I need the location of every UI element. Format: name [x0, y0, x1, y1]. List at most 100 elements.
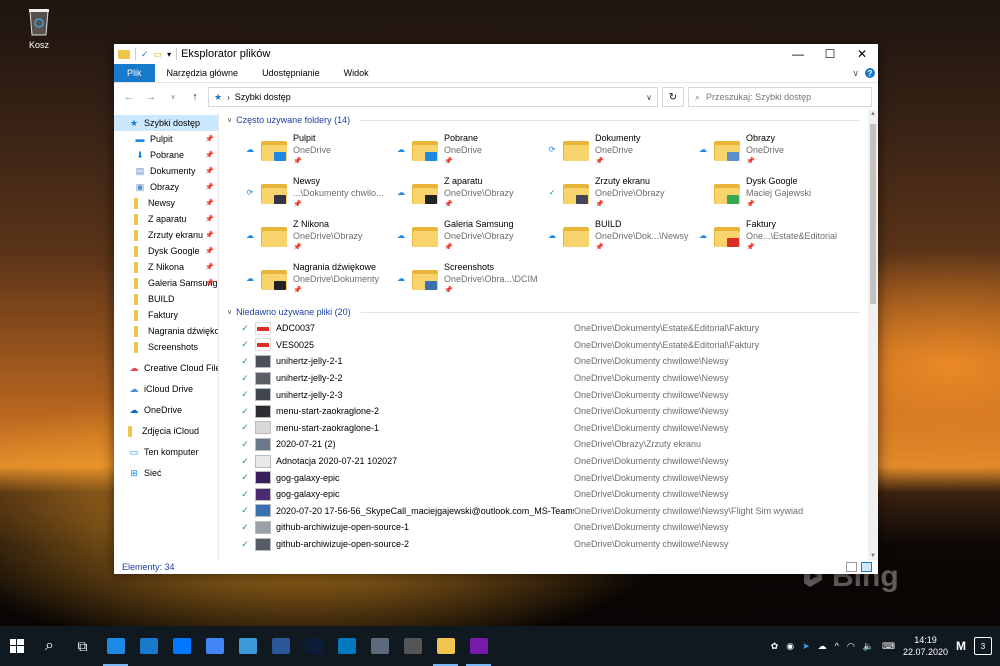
- expand-ribbon-icon[interactable]: ∨: [852, 68, 859, 79]
- scroll-up-icon[interactable]: ▲: [868, 111, 878, 117]
- file-row[interactable]: ✓ unihertz-jelly-2-1 OneDrive\Dokumenty ch…: [239, 353, 878, 370]
- pin-icon[interactable]: 📌: [205, 247, 214, 255]
- recent-locations-icon[interactable]: ∨: [164, 93, 182, 101]
- taskbar-app[interactable]: [396, 626, 429, 666]
- taskbar-app[interactable]: ⧉: [66, 626, 99, 666]
- tab-view[interactable]: Widok: [332, 64, 381, 82]
- sidebar-item[interactable]: ★ Szybki dostęp: [114, 115, 218, 131]
- recycle-bin[interactable]: Kosz: [16, 6, 62, 50]
- sidebar-item[interactable]: ☁ OneDrive: [114, 402, 218, 418]
- onedrive-tray-icon[interactable]: ☁: [818, 641, 827, 652]
- file-row[interactable]: ✓ github-archiwizuje-open-source-1 OneDriv…: [239, 519, 878, 536]
- address-dropdown-icon[interactable]: ∨: [646, 93, 652, 102]
- vertical-scrollbar[interactable]: ▲ ▼: [868, 110, 878, 560]
- sidebar-item[interactable]: Z Nikona 📌: [114, 259, 218, 275]
- close-button[interactable]: ✕: [846, 44, 878, 64]
- folder-tile[interactable]: ☁ Z Nikona OneDrive\Obrazy 📌: [245, 214, 396, 257]
- sidebar-item[interactable]: Dysk Google 📌: [114, 243, 218, 259]
- clock[interactable]: 14:19 22.07.2020: [903, 634, 948, 658]
- help-icon[interactable]: ?: [865, 68, 875, 78]
- sidebar-item[interactable]: Newsy 📌: [114, 195, 218, 211]
- sidebar-item[interactable]: Screenshots: [114, 339, 218, 355]
- pin-icon[interactable]: 📌: [205, 151, 214, 159]
- file-row[interactable]: ✓ Adnotacja 2020-07-21 102027 OneDrive\Dok…: [239, 453, 878, 470]
- folder-tile[interactable]: ☁ Pulpit OneDrive 📌: [245, 128, 396, 171]
- taskbar-app[interactable]: [99, 626, 132, 666]
- sidebar-item[interactable]: ▤ Dokumenty 📌: [114, 163, 218, 179]
- taskbar-app[interactable]: [462, 626, 495, 666]
- folder-tile[interactable]: ☁ Nagrania dźwiękowe OneDrive\Dokumenty 📌: [245, 257, 396, 300]
- file-row[interactable]: ✓ menu-start-zaokraglone-1 OneDrive\Dokume…: [239, 420, 878, 437]
- folder-tile[interactable]: ☁ Obrazy OneDrive 📌: [698, 128, 849, 171]
- properties-icon[interactable]: ✓: [141, 49, 149, 60]
- file-row[interactable]: ✓ github-archiwizuje-open-source-2 OneDriv…: [239, 536, 878, 553]
- taskbar-app[interactable]: [165, 626, 198, 666]
- notification-center-icon[interactable]: 3: [974, 637, 992, 655]
- pin-icon[interactable]: 📌: [205, 231, 214, 239]
- folder-tile[interactable]: ☁ Galeria Samsung OneDrive\Obrazy 📌: [396, 214, 547, 257]
- pin-icon[interactable]: 📌: [205, 279, 214, 287]
- scroll-down-icon[interactable]: ▼: [868, 553, 878, 559]
- sidebar-item[interactable]: ⬇ Pobrane 📌: [114, 147, 218, 163]
- file-row[interactable]: ✓ ADC0037 OneDrive\Dokumenty\Estate&Editor…: [239, 320, 878, 337]
- taskbar-app[interactable]: [132, 626, 165, 666]
- folder-tile[interactable]: ☁ Z aparatu OneDrive\Obrazy 📌: [396, 171, 547, 214]
- sidebar-item[interactable]: ▬ Pulpit 📌: [114, 131, 218, 147]
- sidebar-item[interactable]: ▣ Obrazy 📌: [114, 179, 218, 195]
- sidebar-item[interactable]: Nagrania dźwiękowe: [114, 323, 218, 339]
- breadcrumb[interactable]: Szybki dostęp: [235, 92, 291, 102]
- pin-icon[interactable]: 📌: [205, 215, 214, 223]
- show-hidden-icons-icon[interactable]: ^: [835, 641, 839, 651]
- sidebar-item[interactable]: ☁ Creative Cloud Files: [114, 360, 219, 376]
- folder-tile[interactable]: ☁ Faktury One...\Estate&Editorial 📌: [698, 214, 849, 257]
- refresh-icon[interactable]: ↻: [662, 87, 684, 107]
- back-icon[interactable]: ←: [120, 91, 138, 103]
- file-row[interactable]: ✓ VES0025 OneDrive\Dokumenty\Estate&Editor…: [239, 337, 878, 354]
- folder-tile[interactable]: Dysk Google Maciej Gajewski 📌: [698, 171, 849, 214]
- scrollbar-thumb[interactable]: [870, 124, 876, 304]
- tab-home[interactable]: Narzędzia główne: [155, 64, 251, 82]
- taskbar-app[interactable]: ⌕: [33, 626, 66, 666]
- sidebar-item[interactable]: Zrzuty ekranu 📌: [114, 227, 218, 243]
- wifi-icon[interactable]: ◠: [847, 641, 855, 652]
- folder-tile[interactable]: ☁ BUILD OneDrive\Dok...\Newsy 📌: [547, 214, 698, 257]
- pin-icon[interactable]: 📌: [205, 167, 214, 175]
- file-row[interactable]: ✓ unihertz-jelly-2-3 OneDrive\Dokumenty ch…: [239, 386, 878, 403]
- tab-file[interactable]: Plik: [114, 64, 155, 82]
- tab-share[interactable]: Udostępnianie: [250, 64, 332, 82]
- forward-icon[interactable]: →: [142, 91, 160, 103]
- file-row[interactable]: ✓ gog-galaxy-epic OneDrive\Dokumenty chwil…: [239, 486, 878, 503]
- up-icon[interactable]: ↑: [186, 91, 204, 103]
- taskbar-app[interactable]: [231, 626, 264, 666]
- start-button[interactable]: [0, 626, 33, 666]
- folder-tile[interactable]: ☁ Pobrane OneDrive 📌: [396, 128, 547, 171]
- sidebar-item[interactable]: ☁ iCloud Drive: [114, 381, 218, 397]
- taskbar-app[interactable]: [198, 626, 231, 666]
- file-row[interactable]: ✓ menu-start-zaokraglone-2 OneDrive\Dokume…: [239, 403, 878, 420]
- folder-tile[interactable]: ✓ Zrzuty ekranu OneDrive\Obrazy 📌: [547, 171, 698, 214]
- volume-icon[interactable]: 🔈: [863, 641, 874, 652]
- pin-icon[interactable]: 📌: [205, 199, 214, 207]
- accessibility-icon[interactable]: ✿: [771, 641, 779, 652]
- pin-icon[interactable]: 📌: [205, 183, 214, 191]
- folder-tile[interactable]: ⟳ Newsy ...\Dokumenty chwilo... 📌: [245, 171, 396, 214]
- maximize-button[interactable]: ☐: [814, 44, 846, 64]
- minimize-button[interactable]: —: [782, 44, 814, 64]
- new-folder-icon[interactable]: ▭: [154, 49, 163, 60]
- taskbar-app[interactable]: [264, 626, 297, 666]
- file-row[interactable]: ✓ 2020-07-20 17-56-56_SkypeCall_maciejgaj…: [239, 503, 878, 520]
- file-row[interactable]: ✓ gog-galaxy-epic OneDrive\Dokumenty chwil…: [239, 469, 878, 486]
- taskbar-app[interactable]: [429, 626, 462, 666]
- pin-icon[interactable]: 📌: [205, 135, 214, 143]
- taskbar-app[interactable]: [363, 626, 396, 666]
- taskbar-app[interactable]: [330, 626, 363, 666]
- sidebar-item[interactable]: ▭ Ten komputer: [114, 444, 218, 460]
- large-icons-view-icon[interactable]: [861, 562, 872, 572]
- frequent-folders-header[interactable]: ∨ Często używane foldery (14): [225, 112, 878, 128]
- recent-files-header[interactable]: ∨ Niedawno używane pliki (20): [225, 304, 878, 320]
- quick-access-dropdown-icon[interactable]: ▾: [167, 50, 171, 59]
- file-row[interactable]: ✓ unihertz-jelly-2-2 OneDrive\Dokumenty ch…: [239, 370, 878, 387]
- sidebar-item[interactable]: BUILD: [114, 291, 218, 307]
- chrome-tray-icon[interactable]: ◉: [786, 641, 794, 652]
- keyboard-icon[interactable]: ⌨: [882, 641, 895, 652]
